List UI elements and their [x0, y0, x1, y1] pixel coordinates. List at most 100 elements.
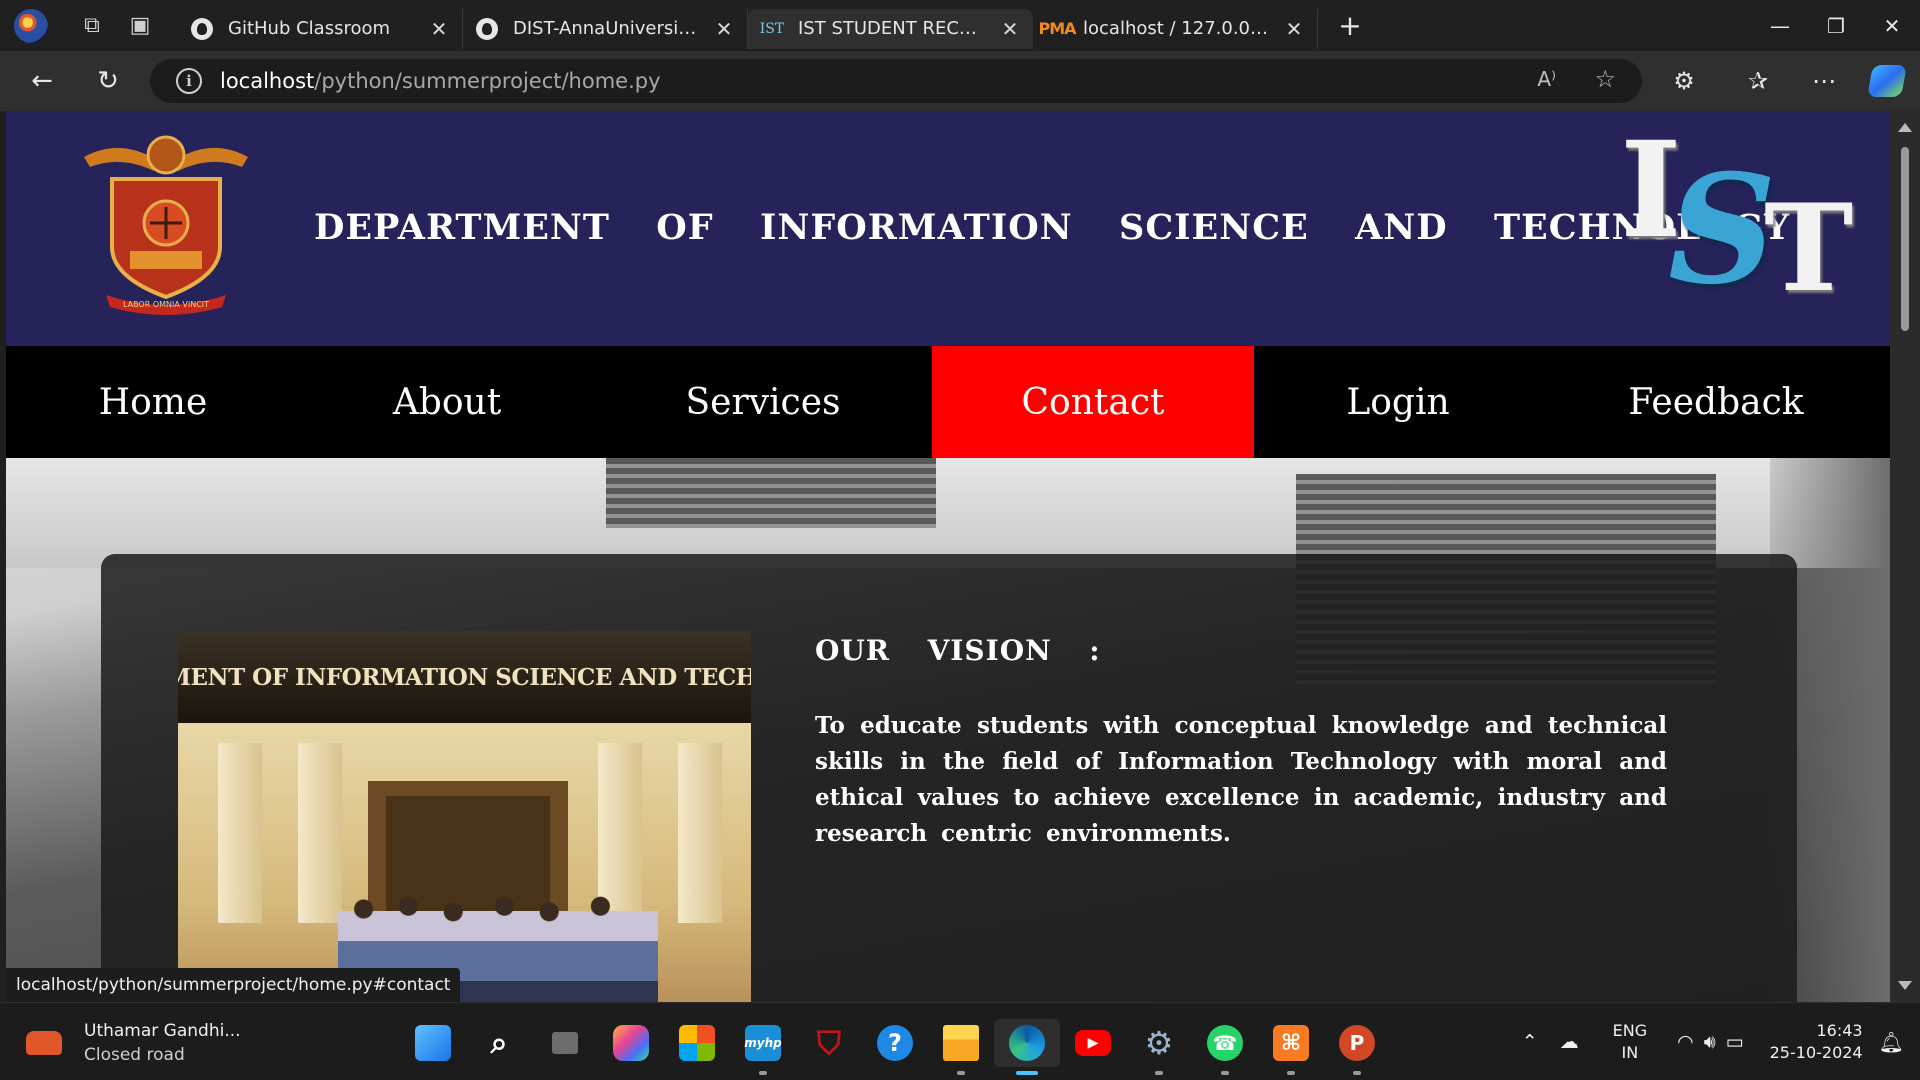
help-icon: ? — [877, 1025, 913, 1061]
onedrive-cloud-icon[interactable]: ☁ — [1560, 1031, 1579, 1053]
close-tab-icon[interactable]: ✕ — [999, 17, 1021, 41]
nav-services[interactable]: Services — [594, 346, 932, 458]
xampp-button[interactable]: ⌘ — [1258, 1019, 1324, 1075]
clock-time: 16:43 — [1816, 1021, 1863, 1040]
close-window-icon[interactable]: ✕ — [1864, 0, 1920, 51]
language-code: ENG — [1612, 1021, 1648, 1040]
taskbar-apps: ⌕ myhp ⛉ ? ▶ ⚙ ☎ ⌘ P — [400, 1019, 1390, 1075]
nav-login[interactable]: Login — [1254, 346, 1542, 458]
link-status-tooltip: localhost/python/summerproject/home.py#c… — [6, 968, 461, 1002]
nav-home[interactable]: Home — [6, 346, 300, 458]
copilot-icon[interactable] — [1867, 65, 1907, 97]
window-controls: — ❐ ✕ — [1752, 0, 1920, 51]
weather-title: Uthamar Gandhi... — [84, 1021, 241, 1041]
hero-section: DEPARTMENT OF INFORMATION SCIENCE AND TE… — [6, 458, 1890, 1002]
site-header: LABOR OMNIA VINCIT DEPARTMENT OF INFORMA… — [6, 111, 1890, 346]
language-indicator[interactable]: ENG IN — [1613, 1020, 1647, 1064]
nav-feedback[interactable]: Feedback — [1542, 346, 1890, 458]
extensions-icon[interactable]: ⚙ — [1664, 61, 1704, 101]
scroll-up-icon[interactable] — [1898, 123, 1912, 132]
emblem-motto: LABOR OMNIA VINCIT — [123, 300, 209, 309]
phpmyadmin-icon: PMA — [1038, 19, 1076, 38]
vision-heading: OUR VISION : — [815, 634, 1101, 667]
restore-icon[interactable]: ❐ — [1808, 0, 1864, 51]
photo-signboard: DEPARTMENT OF INFORMATION SCIENCE AND TE… — [178, 631, 751, 723]
wifi-icon[interactable]: ◠ — [1677, 1031, 1694, 1053]
workspaces-icon[interactable]: ⧉ — [68, 0, 116, 51]
settings-icon: ⚙ — [1144, 1024, 1174, 1062]
tab-title: GitHub Classroom — [228, 18, 391, 39]
nav-about[interactable]: About — [300, 346, 594, 458]
read-aloud-icon[interactable]: A⁾ — [1537, 67, 1556, 91]
tab-title: DIST-AnnaUniversity/summer-in — [513, 18, 703, 39]
whatsapp-button[interactable]: ☎ — [1192, 1019, 1258, 1075]
copilot-taskbar-button[interactable] — [598, 1019, 664, 1067]
close-tab-icon[interactable]: ✕ — [1283, 17, 1305, 41]
close-tab-icon[interactable]: ✕ — [428, 17, 450, 41]
close-tab-icon[interactable]: ✕ — [713, 17, 735, 41]
volume-icon[interactable]: 🔊︎ — [1704, 1031, 1716, 1053]
task-view-button[interactable] — [532, 1019, 598, 1067]
clock[interactable]: 16:43 25-10-2024 — [1770, 1020, 1863, 1064]
minimize-icon[interactable]: — — [1752, 0, 1808, 51]
edge-icon — [1009, 1025, 1045, 1061]
help-button[interactable]: ? — [862, 1019, 928, 1067]
ist-favicon-icon: IST — [759, 20, 785, 37]
start-button[interactable] — [400, 1019, 466, 1067]
vision-panel: DEPARTMENT OF INFORMATION SCIENCE AND TE… — [101, 554, 1797, 1002]
tab-github-classroom[interactable]: GitHub Classroom ✕ — [178, 8, 463, 49]
tab-phpmyadmin[interactable]: PMA localhost / 127.0.0.1 / summer_p ✕ — [1033, 8, 1318, 49]
battery-icon[interactable]: ▭ — [1726, 1031, 1744, 1053]
department-title: DEPARTMENT OF INFORMATION SCIENCE AND TE… — [314, 207, 1791, 248]
vision-text: To educate students with conceptual know… — [815, 712, 1667, 847]
youtube-button[interactable]: ▶ — [1060, 1019, 1126, 1067]
windows-start-icon — [415, 1025, 451, 1061]
more-options-icon[interactable]: ⋯ — [1804, 61, 1844, 101]
powerpoint-icon: P — [1339, 1025, 1375, 1061]
weather-subtitle: Closed road — [84, 1045, 185, 1065]
edge-button[interactable] — [994, 1019, 1060, 1075]
store-icon — [679, 1025, 715, 1061]
tab-ist-student-record[interactable]: IST IST STUDENT RECORD ✕ — [748, 8, 1033, 49]
scroll-down-icon[interactable] — [1898, 981, 1912, 990]
mcafee-button[interactable]: ⛉ — [796, 1019, 862, 1067]
refresh-button[interactable]: ↻ — [88, 61, 128, 101]
settings-button[interactable]: ⚙ — [1126, 1019, 1192, 1075]
department-building-photo: DEPARTMENT OF INFORMATION SCIENCE AND TE… — [178, 631, 751, 1002]
page-viewport: LABOR OMNIA VINCIT DEPARTMENT OF INFORMA… — [6, 111, 1890, 1002]
favorites-icon[interactable]: ✰ — [1738, 61, 1778, 101]
page-scrollbar[interactable] — [1890, 111, 1920, 1002]
file-explorer-button[interactable] — [928, 1019, 994, 1075]
notification-bell-icon[interactable]: 🔔︎ — [1879, 1030, 1904, 1054]
site-info-icon[interactable]: i — [176, 68, 202, 94]
scroll-thumb[interactable] — [1901, 147, 1909, 331]
myhp-button[interactable]: myhp — [730, 1019, 796, 1075]
ist-logo: I S T — [1606, 125, 1886, 325]
nav-contact[interactable]: Contact — [932, 346, 1254, 458]
logo-letter-s: S — [1668, 142, 1777, 318]
search-button[interactable]: ⌕ — [466, 1019, 532, 1067]
building-window — [606, 458, 936, 528]
main-nav: Home About Services Contact Login Feedba… — [6, 346, 1890, 458]
profile-avatar[interactable] — [14, 8, 48, 43]
store-button[interactable] — [664, 1019, 730, 1067]
address-bar[interactable]: i localhost/python/summerproject/home.py… — [150, 59, 1642, 103]
task-view-icon — [552, 1032, 578, 1054]
back-button[interactable]: ← — [22, 61, 62, 101]
favorite-star-icon[interactable]: ☆ — [1594, 65, 1616, 93]
new-tab-button[interactable]: + — [1326, 6, 1374, 46]
youtube-icon: ▶ — [1075, 1030, 1111, 1056]
url-host: localhost — [220, 69, 315, 93]
tab-github-repo[interactable]: DIST-AnnaUniversity/summer-in ✕ — [463, 8, 748, 49]
tab-actions-icon[interactable]: ▣ — [116, 0, 164, 51]
windows-taskbar: Uthamar Gandhi... Closed road ⌕ myhp ⛉ ?… — [0, 1002, 1920, 1080]
xampp-icon: ⌘ — [1273, 1025, 1309, 1061]
browser-tab-strip: ⧉ ▣ GitHub Classroom ✕ DIST-AnnaUniversi… — [0, 0, 1920, 51]
show-hidden-icons-icon[interactable]: ⌃ — [1522, 1031, 1538, 1053]
system-tray: ⌃ ☁ ENG IN ◠ 🔊︎ ▭ 16:43 25-10-2024 🔔︎ — [1522, 1003, 1920, 1080]
browser-toolbar: ← ↻ i localhost/python/summerproject/hom… — [0, 51, 1920, 111]
weather-widget[interactable]: Uthamar Gandhi... Closed road — [26, 1019, 241, 1067]
whatsapp-icon: ☎ — [1207, 1025, 1243, 1061]
university-emblem: LABOR OMNIA VINCIT — [84, 135, 248, 315]
powerpoint-button[interactable]: P — [1324, 1019, 1390, 1075]
